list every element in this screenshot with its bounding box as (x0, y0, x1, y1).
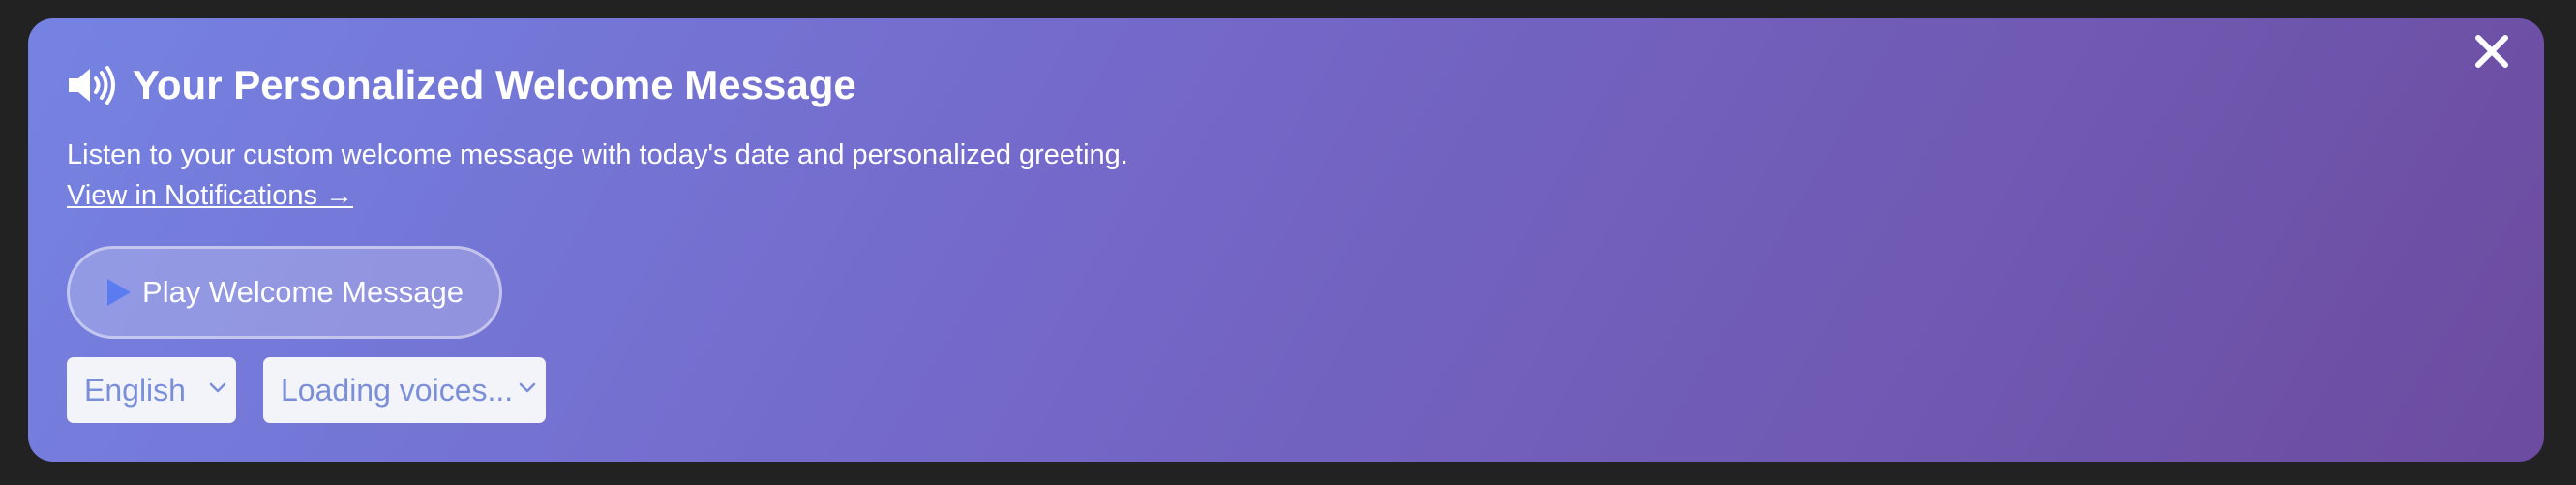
banner-description: Listen to your custom welcome message wi… (67, 139, 1128, 170)
speaker-volume-icon (69, 66, 115, 105)
chevron-down-icon (209, 382, 226, 393)
welcome-message-banner: Your Personalized Welcome Message Listen… (28, 18, 2544, 462)
close-button[interactable] (2465, 24, 2519, 78)
close-icon (2475, 35, 2508, 68)
chevron-down-icon (519, 382, 536, 393)
play-welcome-message-button[interactable]: Play Welcome Message (67, 246, 502, 339)
play-button-label: Play Welcome Message (142, 275, 464, 309)
play-icon (107, 279, 132, 306)
language-select-value: English (84, 372, 186, 408)
language-select[interactable]: English (67, 357, 236, 423)
banner-title: Your Personalized Welcome Message (133, 62, 856, 107)
voice-select[interactable]: Loading voices... (263, 357, 546, 423)
voice-select-value: Loading voices... (281, 372, 514, 408)
title-row: Your Personalized Welcome Message (67, 65, 856, 106)
view-in-notifications-link[interactable]: View in Notifications → (67, 179, 353, 213)
